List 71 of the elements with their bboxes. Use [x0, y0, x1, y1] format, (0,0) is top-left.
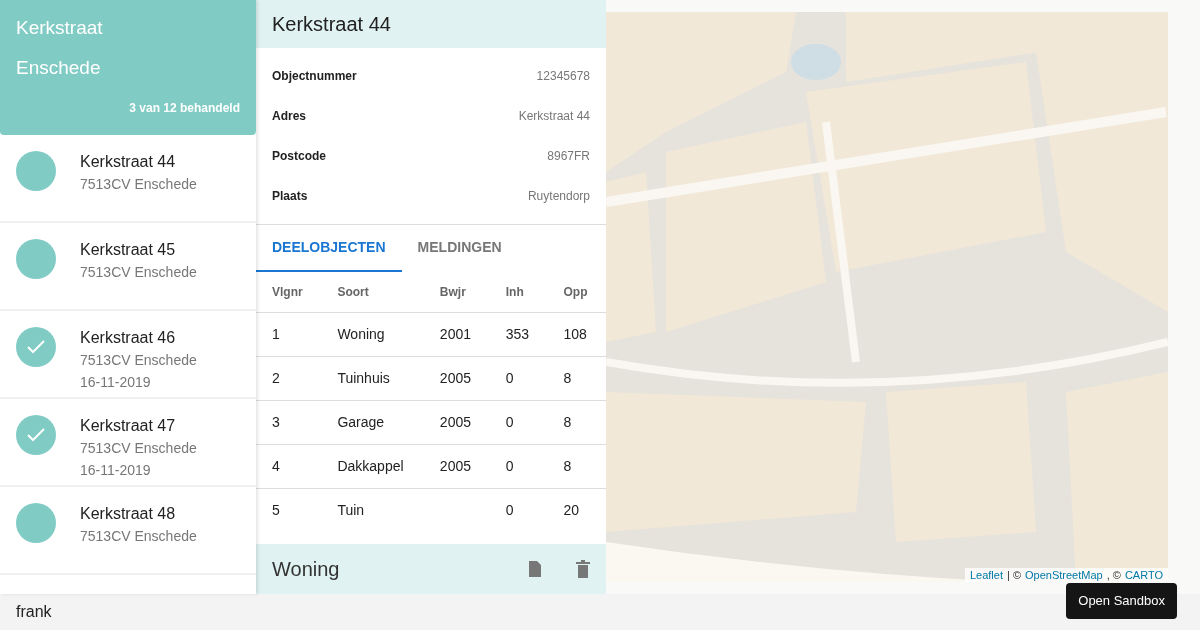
item-name: Kerkstraat 44 [80, 152, 177, 172]
check-icon [27, 340, 45, 354]
table-cell: 20 [563, 501, 580, 518]
table-cell: 2005 [439, 457, 471, 474]
address-item[interactable]: Kerkstraat 46 7513CV Enschede 16-11-2019 [0, 311, 256, 399]
table-cell: 0 [505, 413, 514, 430]
field-value: 8967FR [547, 148, 590, 165]
attribution-link[interactable]: CARTO [1124, 568, 1163, 582]
table-cell: 8 [563, 369, 572, 386]
address-item[interactable]: Kerkstraat 45 7513CV Enschede [0, 223, 256, 311]
table-cell: 4 [272, 457, 280, 474]
table-cell: 1 [272, 325, 280, 342]
attribution-link[interactable]: OpenStreetMap [1025, 568, 1103, 582]
item-address: 7513CV Enschede [80, 439, 197, 458]
attribution-text: | © [1007, 568, 1021, 582]
table-cell: 2 [272, 369, 280, 386]
detail-title: Kerkstraat 44 [272, 12, 391, 37]
field-value: Kerkstraat 44 [518, 108, 590, 125]
table-cell: Garage [337, 413, 385, 430]
item-name: Kerkstraat 48 [80, 504, 177, 524]
table-cell: Tuin [337, 501, 365, 518]
table-cell: 2005 [439, 369, 471, 386]
item-name: Kerkstraat 47 [80, 416, 177, 436]
attribution-link[interactable]: Leaflet [969, 568, 1003, 582]
table-cell: 108 [563, 325, 587, 342]
field-label: Postcode [272, 148, 326, 165]
check-icon [27, 428, 45, 442]
item-date: 16-11-2019 [80, 461, 152, 480]
document-icon[interactable] [528, 560, 542, 578]
address-item[interactable]: Kerkstraat 48 7513CV Enschede [0, 487, 256, 575]
table-cell: 2005 [439, 413, 471, 430]
item-date: 16-11-2019 [80, 373, 152, 392]
table-cell: 353 [505, 325, 530, 342]
user-name: frank [16, 602, 52, 622]
street-title: Kerkstraat [16, 16, 104, 40]
column-header: Vlgnr [256, 272, 322, 312]
field-value: 12345678 [536, 68, 590, 85]
table-cell: 3 [272, 413, 280, 430]
city-subtitle: Enschede [16, 56, 102, 80]
table-cell: 0 [505, 369, 514, 386]
item-name: Kerkstraat 46 [80, 328, 177, 348]
field-label: Adres [272, 108, 306, 125]
table-cell: 8 [563, 457, 572, 474]
address-item[interactable]: Kerkstraat 44 7513CV Enschede [0, 135, 256, 223]
progress-text: 3 van 12 behandeld [129, 100, 240, 117]
open-sandbox-button[interactable]: Open Sandbox [1066, 583, 1177, 619]
tab[interactable]: DEELOBJECTEN [256, 225, 402, 272]
field-label: Objectnummer [272, 68, 357, 85]
tab[interactable]: MELDINGEN [401, 225, 518, 272]
item-name: Kerkstraat 45 [80, 240, 177, 260]
table-cell: Dakkappel [337, 457, 404, 474]
field-value: Ruytendorp [527, 188, 590, 205]
attribution-text: , © [1106, 568, 1121, 582]
table-cell: 5 [272, 501, 280, 518]
table-cell: Tuinhuis [337, 369, 390, 386]
table-cell: 2001 [439, 325, 471, 342]
field-label: Plaats [272, 188, 308, 205]
item-address: 7513CV Enschede [80, 351, 197, 370]
subpanel-title: Woning [272, 557, 340, 582]
column-header: Bwjr [423, 272, 490, 312]
column-header: Soort [321, 272, 424, 312]
table-cell: 8 [563, 413, 572, 430]
trash-icon[interactable] [576, 560, 590, 578]
address-item[interactable]: Kerkstraat 47 7513CV Enschede 16-11-2019 [0, 399, 256, 487]
item-address: 7513CV Enschede [80, 527, 197, 546]
table-cell: Woning [337, 325, 385, 342]
item-address: 7513CV Enschede [80, 263, 197, 282]
table-cell: 0 [505, 501, 514, 518]
table-cell: 0 [505, 457, 514, 474]
item-address: 7513CV Enschede [80, 175, 197, 194]
column-header: Inh [489, 272, 548, 312]
